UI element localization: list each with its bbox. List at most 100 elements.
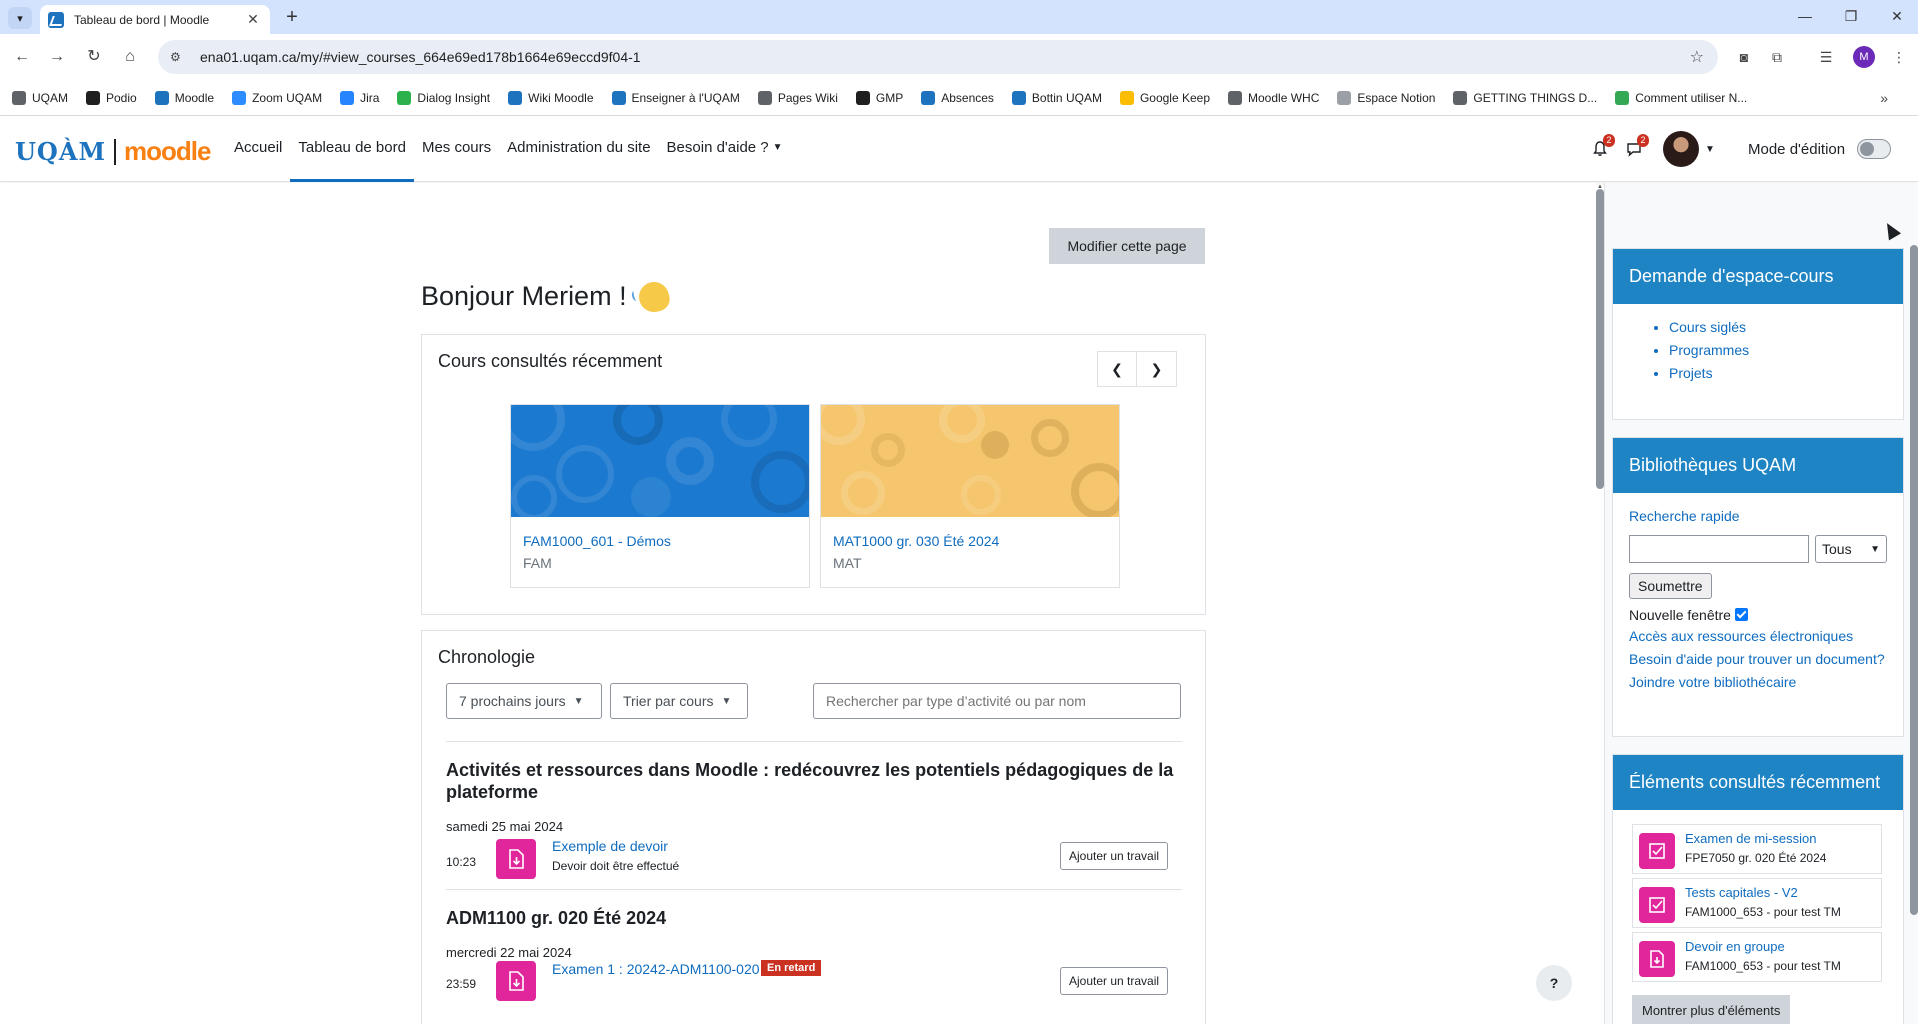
- chevron-down-icon[interactable]: ▼: [1705, 144, 1715, 155]
- quiz-icon: [1639, 833, 1675, 869]
- bookmark-item[interactable]: Pages Wiki: [757, 90, 838, 105]
- add-submission-button[interactable]: Ajouter un travail: [1060, 967, 1169, 995]
- help-button[interactable]: ?: [1536, 965, 1572, 1001]
- timeline-sort-label: Trier par cours: [623, 693, 714, 709]
- bookmark-item[interactable]: Comment utiliser N...: [1615, 90, 1747, 105]
- chevron-down-icon: ▼: [1870, 543, 1880, 555]
- recent-item-name[interactable]: Tests capitales - V2: [1685, 885, 1798, 900]
- assignment-icon[interactable]: [496, 961, 536, 1001]
- tab-search-button[interactable]: ▾: [8, 7, 32, 29]
- restore-icon[interactable]: ❐: [1836, 8, 1866, 25]
- recent-item[interactable]: Devoir en groupe FAM1000_653 - pour test…: [1632, 932, 1882, 982]
- messages-button[interactable]: 2: [1619, 134, 1649, 164]
- bookmark-item[interactable]: Moodle: [154, 90, 214, 105]
- bookmark-item[interactable]: Zoom UQAM: [232, 90, 322, 105]
- site-logo[interactable]: UQÀM moodle: [15, 136, 211, 167]
- course-name-link[interactable]: FAM1000_601 - Démos: [523, 533, 671, 549]
- close-icon[interactable]: ✕: [244, 11, 262, 28]
- camera-icon[interactable]: ◙: [1733, 47, 1755, 67]
- library-submit-button[interactable]: Soumettre: [1629, 573, 1712, 599]
- chevron-right-icon[interactable]: ❯: [1137, 351, 1177, 387]
- add-submission-button[interactable]: Ajouter un travail: [1060, 842, 1169, 870]
- timeline-search-input[interactable]: [813, 683, 1181, 719]
- edit-mode-toggle[interactable]: [1857, 139, 1892, 159]
- bookmark-item[interactable]: Bottin UQAM: [1011, 90, 1102, 105]
- window-close-icon[interactable]: ✕: [1882, 8, 1912, 25]
- bookmark-item[interactable]: Absences: [921, 90, 994, 105]
- new-tab-icon[interactable]: +: [280, 6, 304, 29]
- user-avatar[interactable]: [1663, 131, 1699, 167]
- bookmark-item[interactable]: Moodle WHC: [1228, 90, 1319, 105]
- more-bookmarks-icon[interactable]: »: [1880, 90, 1888, 106]
- event-name-link[interactable]: Examen 1 : 20242-ADM1100-020: [552, 961, 760, 977]
- course-request-links: Cours siglés Programmes Projets: [1629, 316, 1887, 385]
- bookmark-item[interactable]: GMP: [855, 90, 903, 105]
- modify-page-button[interactable]: Modifier cette page: [1049, 228, 1205, 264]
- drawer-scrollbar[interactable]: [1910, 245, 1918, 915]
- bookmark-item[interactable]: GETTING THINGS D...: [1453, 90, 1597, 105]
- bookmark-item[interactable]: Podio: [86, 90, 137, 105]
- course-request-link[interactable]: Cours siglés: [1669, 316, 1887, 339]
- home-icon[interactable]: ⌂: [118, 47, 142, 67]
- bookmark-icon: [1011, 90, 1026, 105]
- event-name-link[interactable]: Exemple de devoir: [552, 838, 668, 854]
- bookmark-item[interactable]: Jira: [340, 90, 379, 105]
- browser-profile-avatar[interactable]: M: [1853, 46, 1875, 68]
- nav-item[interactable]: Accueil: [226, 116, 290, 182]
- course-name-link[interactable]: MAT1000 gr. 030 Été 2024: [833, 533, 999, 549]
- bookmark-item[interactable]: Enseigner à l'UQAM: [611, 90, 740, 105]
- address-bar[interactable]: ⚙ ena01.uqam.ca/my/#view_courses_664e69e…: [158, 40, 1718, 74]
- site-info-icon[interactable]: ⚙: [170, 50, 186, 64]
- timeline-filter-dropdown[interactable]: 7 prochains jours ▼: [446, 683, 602, 719]
- library-link[interactable]: Accès aux ressources électroniques: [1629, 625, 1889, 648]
- recent-item-name[interactable]: Devoir en groupe: [1685, 939, 1785, 954]
- bookmark-item[interactable]: Google Keep: [1119, 90, 1210, 105]
- nav-item[interactable]: Mes cours: [414, 116, 499, 182]
- event-status: Devoir doit être effectué: [552, 859, 680, 873]
- notifications-button[interactable]: 2: [1585, 134, 1615, 164]
- bookmark-item[interactable]: Wiki Moodle: [508, 90, 594, 105]
- nav-item[interactable]: Besoin d'aide ? ▼: [659, 116, 791, 182]
- bookmark-star-icon[interactable]: ☆: [1690, 47, 1704, 67]
- nav-item[interactable]: Administration du site: [499, 116, 658, 182]
- browser-menu-icon[interactable]: ⋮: [1888, 47, 1910, 67]
- course-request-link[interactable]: Programmes: [1669, 339, 1887, 362]
- bookmark-label: UQAM: [32, 90, 68, 105]
- course-image[interactable]: [821, 405, 1119, 517]
- assignment-icon[interactable]: [496, 839, 536, 879]
- media-icon[interactable]: ☰: [1815, 47, 1837, 67]
- quick-search-label: Recherche rapide: [1629, 508, 1740, 524]
- url-text[interactable]: ena01.uqam.ca/my/#view_courses_664e69ed1…: [200, 49, 1690, 65]
- reload-icon[interactable]: ↻: [82, 47, 106, 67]
- main-scrollbar[interactable]: [1596, 189, 1604, 489]
- bookmark-item[interactable]: Dialog Insight: [397, 90, 490, 105]
- library-link[interactable]: Joindre votre bibliothécaire: [1629, 671, 1889, 694]
- bookmark-icon: [921, 90, 936, 105]
- bookmark-icon: [1453, 90, 1468, 105]
- nav-item[interactable]: Tableau de bord: [290, 116, 414, 182]
- back-icon[interactable]: ←: [10, 47, 34, 67]
- course-card[interactable]: MAT1000 gr. 030 Été 2024 MAT: [820, 404, 1120, 588]
- show-more-items-button[interactable]: Montrer plus d'éléments: [1632, 995, 1791, 1024]
- new-window-checkbox[interactable]: [1734, 608, 1748, 621]
- extensions-icon[interactable]: ⧉: [1766, 47, 1788, 67]
- bookmark-item[interactable]: Espace Notion: [1337, 90, 1435, 105]
- recent-item-name[interactable]: Examen de mi-session: [1685, 831, 1817, 846]
- course-image[interactable]: [511, 405, 809, 517]
- recent-item[interactable]: Examen de mi-session FPE7050 gr. 020 Été…: [1632, 824, 1882, 874]
- recent-item[interactable]: Tests capitales - V2 FAM1000_653 - pour …: [1632, 878, 1882, 928]
- timeline-sort-dropdown[interactable]: Trier par cours ▼: [610, 683, 748, 719]
- timeline-title: Chronologie: [438, 647, 536, 667]
- course-category: FAM: [523, 555, 552, 571]
- course-card[interactable]: FAM1000_601 - Démos FAM: [510, 404, 810, 588]
- minimize-icon[interactable]: —: [1790, 8, 1820, 24]
- chevron-left-icon[interactable]: ❮: [1097, 351, 1137, 387]
- library-scope-select[interactable]: Tous ▼: [1815, 535, 1887, 563]
- bookmark-item[interactable]: UQAM: [12, 90, 68, 105]
- greeting-text: Bonjour Meriem !: [421, 281, 627, 311]
- library-link[interactable]: Besoin d'aide pour trouver un document?: [1629, 648, 1889, 671]
- course-request-link[interactable]: Projets: [1669, 362, 1887, 385]
- forward-icon[interactable]: →: [45, 47, 69, 67]
- library-search-input[interactable]: [1629, 535, 1809, 563]
- browser-tab-active[interactable]: Tableau de bord | Moodle ✕: [40, 5, 270, 34]
